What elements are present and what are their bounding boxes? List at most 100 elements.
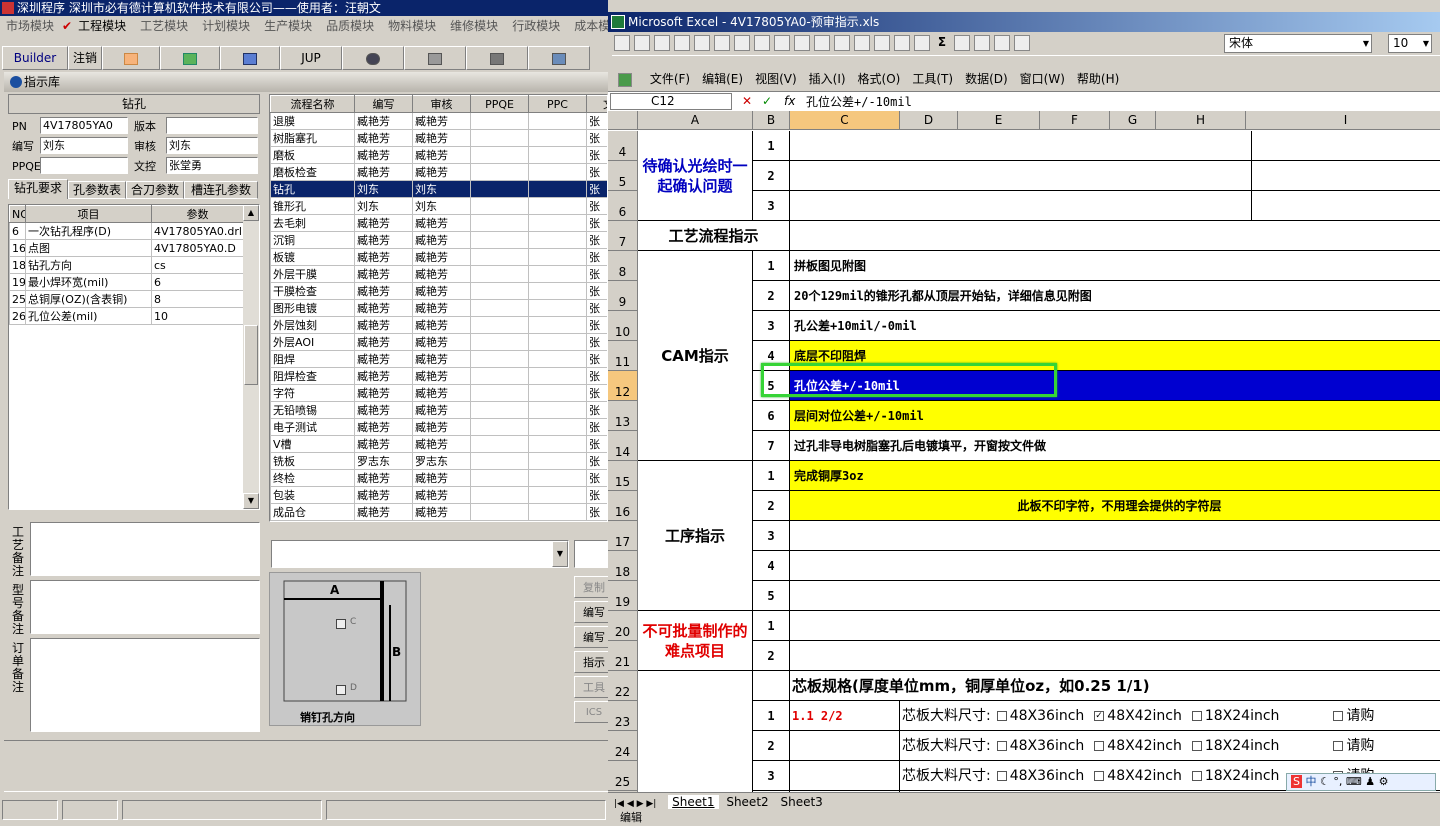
table-cell[interactable]: 臧艳芳: [354, 112, 413, 130]
table-cell[interactable]: 铣板: [270, 452, 355, 470]
item-number[interactable]: 3: [753, 521, 790, 551]
item-number[interactable]: 3: [753, 311, 790, 341]
table-row[interactable]: 去毛刺 臧艳芳 臧艳芳张: [270, 214, 607, 232]
row-header[interactable]: 25: [608, 761, 638, 791]
table-row[interactable]: 成品仓 臧艳芳 臧艳芳张: [270, 503, 607, 521]
table-cell[interactable]: 臧艳芳: [354, 367, 413, 385]
table-cell[interactable]: 4V17805YA0.D: [151, 239, 244, 257]
item-number[interactable]: 1: [753, 461, 790, 491]
procedure-item-cell[interactable]: [790, 551, 1440, 581]
table-cell[interactable]: 臧艳芳: [412, 299, 471, 317]
item-number[interactable]: 2: [753, 281, 790, 311]
row-header[interactable]: 11: [608, 341, 638, 371]
table-cell[interactable]: [528, 197, 587, 215]
table-cell[interactable]: 6: [151, 273, 244, 291]
table-cell[interactable]: 臧艳芳: [354, 486, 413, 504]
table-cell[interactable]: 臧艳芳: [412, 248, 471, 266]
menu-window[interactable]: 窗口(W): [1020, 72, 1065, 86]
table-cell[interactable]: 罗志东: [412, 452, 471, 470]
section-process-flow[interactable]: 工艺流程指示: [638, 221, 790, 251]
table-cell[interactable]: 臧艳芳: [412, 282, 471, 300]
word-button[interactable]: [220, 46, 280, 70]
doc-control-field[interactable]: 张堂勇: [166, 157, 258, 174]
chevron-down-icon[interactable]: ▼: [552, 541, 568, 567]
table-cell[interactable]: 刘东: [412, 197, 471, 215]
table-cell[interactable]: 张: [586, 129, 607, 147]
print-icon[interactable]: [714, 35, 730, 51]
row-header[interactable]: 6: [608, 191, 638, 221]
table-cell[interactable]: 张: [586, 282, 607, 300]
row-header[interactable]: 13: [608, 401, 638, 431]
row-header[interactable]: 19: [608, 581, 638, 611]
table-cell[interactable]: [470, 146, 529, 164]
table-cell[interactable]: 罗志东: [354, 452, 413, 470]
ime-toolbar[interactable]: S 中 ☾ °, ⌨ ♟ ⚙: [1286, 773, 1436, 791]
table-cell[interactable]: 19: [9, 273, 26, 291]
table-cell[interactable]: 张: [586, 350, 607, 368]
table-cell[interactable]: 10: [151, 307, 244, 325]
item-number[interactable]: 3: [753, 761, 790, 791]
font-size-select[interactable]: 10 ▼: [1388, 34, 1432, 53]
cell[interactable]: [753, 671, 790, 701]
table-cell[interactable]: 张: [586, 316, 607, 334]
process-flow-cell[interactable]: [790, 221, 1440, 251]
table-cell[interactable]: 干膜检查: [270, 282, 355, 300]
row-header[interactable]: 9: [608, 281, 638, 311]
column-header[interactable]: I: [1246, 111, 1440, 130]
item-number[interactable]: 7: [753, 431, 790, 461]
table-cell[interactable]: 外层蚀刻: [270, 316, 355, 334]
table-row[interactable]: 25 总铜厚(OZ)(含表铜) 8: [9, 290, 244, 308]
table-cell[interactable]: 臧艳芳: [412, 401, 471, 419]
formula-input[interactable]: 孔位公差+/-10mil: [806, 92, 912, 112]
difficult-cell[interactable]: [790, 641, 1440, 671]
menu-format[interactable]: 格式(O): [858, 72, 901, 86]
table-cell[interactable]: [470, 486, 529, 504]
cam-item-cell[interactable]: 层间对位公差+/-10mil: [790, 401, 1440, 431]
procedure-item-cell[interactable]: 此板不印字符，不用理会提供的字符层: [790, 491, 1440, 521]
table-cell[interactable]: 臧艳芳: [354, 316, 413, 334]
table-cell[interactable]: 刘东: [354, 197, 413, 215]
table-row[interactable]: 26 孔位公差(mil) 10: [9, 307, 244, 325]
core-option-checkbox[interactable]: [1333, 711, 1344, 721]
menu-data[interactable]: 数据(D): [965, 72, 1008, 86]
core-option-checkbox[interactable]: [1191, 741, 1202, 751]
cam-item-cell[interactable]: 孔公差+10mil/-0mil: [790, 311, 1440, 341]
table-cell[interactable]: 臧艳芳: [412, 384, 471, 402]
menu-production[interactable]: 生产模块: [264, 19, 312, 33]
table-cell[interactable]: [470, 316, 529, 334]
order-remark-input[interactable]: [30, 638, 260, 732]
item-number[interactable]: 2: [753, 491, 790, 521]
table-cell[interactable]: 臧艳芳: [412, 418, 471, 436]
table-cell[interactable]: 臧艳芳: [412, 350, 471, 368]
table-cell[interactable]: 臧艳芳: [412, 214, 471, 232]
column-header[interactable]: B: [753, 111, 790, 130]
ppqe-field[interactable]: [40, 157, 128, 174]
preview-icon[interactable]: [734, 35, 750, 51]
name-box[interactable]: C12: [610, 93, 732, 110]
section-procedure[interactable]: 工序指示: [638, 461, 753, 611]
core-size-cell[interactable]: 芯板大料尺寸: 48X36inch ✓ 48X42inch 18X24inch 请购: [900, 701, 1440, 731]
table-cell[interactable]: 包装: [270, 486, 355, 504]
process-header-ppc[interactable]: PPC: [528, 95, 587, 113]
row-header[interactable]: 18: [608, 551, 638, 581]
table-row[interactable]: 16 点图 4V17805YA0.D: [9, 239, 244, 257]
cancel-icon[interactable]: ✕: [742, 94, 752, 108]
table-cell[interactable]: 臧艳芳: [354, 282, 413, 300]
table-cell[interactable]: 张: [586, 299, 607, 317]
procedure-item-cell[interactable]: [790, 581, 1440, 611]
table-cell[interactable]: 钻孔: [270, 180, 355, 198]
core-thickness-cell[interactable]: [790, 731, 900, 761]
table-row[interactable]: 电子测试 臧艳芳 臧艳芳张: [270, 418, 607, 436]
select-all-corner[interactable]: [608, 111, 638, 130]
row-header[interactable]: 12: [608, 371, 638, 401]
item-number[interactable]: 1: [753, 611, 790, 641]
table-cell[interactable]: 臧艳芳: [354, 248, 413, 266]
table-row[interactable]: 退膜 臧艳芳 臧艳芳张: [270, 112, 607, 130]
email-icon[interactable]: [694, 35, 710, 51]
ics-button[interactable]: ICS: [574, 701, 608, 723]
table-cell[interactable]: [470, 333, 529, 351]
table-cell[interactable]: 4V17805YA0.drl: [151, 222, 244, 240]
selected-cell[interactable]: 孔位公差+/-10mil: [790, 371, 1440, 401]
table-cell[interactable]: 无铅喷锡: [270, 401, 355, 419]
core-option-checkbox[interactable]: ✓: [1094, 711, 1105, 721]
